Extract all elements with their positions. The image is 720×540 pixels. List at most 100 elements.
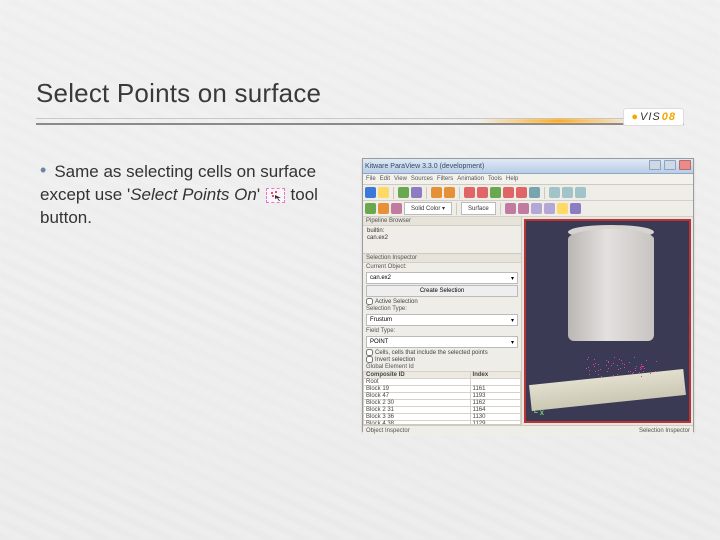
- menu-edit[interactable]: Edit: [380, 176, 390, 182]
- interact-icon[interactable]: [570, 203, 581, 214]
- menu-animation[interactable]: Animation: [457, 176, 484, 182]
- contain-cells-row: Cells, cells that include the selected p…: [363, 349, 521, 356]
- play-icon[interactable]: [490, 187, 501, 198]
- pipeline-browser: Pipeline Browser builtin: can.ex2: [363, 217, 521, 254]
- selected-points: [586, 357, 656, 377]
- current-object-label: Current Object:: [363, 263, 521, 271]
- toolbar-separator: [426, 187, 427, 199]
- selection-inspector: Selection Inspector Current Object: can.…: [363, 254, 521, 425]
- menu-help[interactable]: Help: [506, 176, 518, 182]
- redo-icon[interactable]: [444, 187, 455, 198]
- play-first-icon[interactable]: [464, 187, 475, 198]
- disconnect-icon[interactable]: [411, 187, 422, 198]
- selection-table: Composite IDIndex Root Block 191161 Bloc…: [363, 371, 521, 425]
- select-cells-on-icon[interactable]: [505, 203, 516, 214]
- select-block-icon[interactable]: [557, 203, 568, 214]
- select-cells-through-icon[interactable]: [531, 203, 542, 214]
- active-selection-row: Active Selection: [363, 298, 521, 305]
- representation-dropdown[interactable]: Surface: [461, 202, 496, 215]
- connect-icon[interactable]: [398, 187, 409, 198]
- bullet-post: ': [257, 185, 265, 204]
- active-selection-checkbox[interactable]: [366, 298, 373, 305]
- logo-bullet-icon: ●: [631, 111, 639, 123]
- selection-type-value: Frustum: [370, 317, 392, 323]
- field-type-label: Field Type:: [363, 327, 521, 335]
- axis-z-icon[interactable]: [575, 187, 586, 198]
- select-points-through-icon[interactable]: [544, 203, 555, 214]
- active-selection-label: Active Selection: [375, 299, 418, 305]
- render-view[interactable]: └ x: [524, 219, 691, 423]
- toolbar-separator: [459, 187, 460, 199]
- bullet-tool-name: Select Points On: [130, 185, 257, 204]
- axis-x-icon[interactable]: [549, 187, 560, 198]
- play-last-icon[interactable]: [516, 187, 527, 198]
- close-icon[interactable]: [679, 160, 691, 170]
- table-row: Block 471193: [364, 393, 521, 400]
- box-icon[interactable]: [391, 203, 402, 214]
- play-next-icon[interactable]: [503, 187, 514, 198]
- undo-icon[interactable]: [431, 187, 442, 198]
- toolbar-separator: [393, 187, 394, 199]
- chevron-down-icon: ▾: [511, 317, 514, 324]
- slide: Select Points on surface ●VIS08 •Same as…: [0, 0, 720, 540]
- table-row: Block 3 361130: [364, 414, 521, 421]
- table-row: Block 191161: [364, 386, 521, 393]
- pipeline-item-builtin[interactable]: builtin:: [367, 228, 517, 235]
- axis-y-icon[interactable]: [562, 187, 573, 198]
- open-icon[interactable]: [365, 187, 376, 198]
- invert-selection-label: Invert selection: [375, 357, 415, 363]
- menu-file[interactable]: File: [366, 176, 376, 182]
- status-bar: Object Inspector Selection Inspector: [363, 425, 693, 436]
- sphere-icon[interactable]: [365, 203, 376, 214]
- model-cylinder: [568, 229, 654, 341]
- minimize-icon[interactable]: [649, 160, 661, 170]
- window-titlebar: Kitware ParaView 3.3.0 (development): [363, 159, 693, 174]
- menubar: File Edit View Sources Filters Animation…: [363, 174, 693, 185]
- field-type-dropdown[interactable]: POINT▾: [366, 336, 518, 348]
- axis-label: x: [540, 408, 544, 417]
- col-composite: Composite ID: [364, 372, 471, 379]
- table-row: Block 2 301162: [364, 400, 521, 407]
- chevron-down-icon: ▾: [511, 275, 514, 282]
- pipeline-items: builtin: can.ex2: [363, 226, 521, 244]
- toolbar-separator: [500, 203, 501, 215]
- table-row: Block 4 381129: [364, 421, 521, 426]
- status-left: Object Inspector: [366, 428, 410, 434]
- chevron-down-icon: ▾: [511, 339, 514, 346]
- global-id-header: Global Element Id: [363, 363, 521, 371]
- axis-gizmo-icon: └ x: [532, 408, 544, 417]
- app-body: Pipeline Browser builtin: can.ex2 Select…: [363, 217, 693, 425]
- pipeline-item-source[interactable]: can.ex2: [367, 235, 517, 242]
- menu-view[interactable]: View: [394, 176, 407, 182]
- select-points-on-icon: [266, 188, 285, 203]
- left-dock: Pipeline Browser builtin: can.ex2 Select…: [363, 217, 522, 425]
- invert-selection-checkbox[interactable]: [366, 356, 373, 363]
- selection-type-dropdown[interactable]: Frustum ▾: [366, 314, 518, 326]
- menu-tools[interactable]: Tools: [488, 176, 502, 182]
- logo-text: VIS: [640, 111, 661, 123]
- maximize-icon[interactable]: [664, 160, 676, 170]
- color-by-dropdown[interactable]: Solid Color ▾: [404, 202, 452, 215]
- menu-sources[interactable]: Sources: [411, 176, 433, 182]
- current-object-dropdown[interactable]: can.ex2 ▾: [366, 272, 518, 284]
- table-row: Root: [364, 379, 521, 386]
- create-selection-button[interactable]: Create Selection: [366, 285, 518, 297]
- contain-cells-label: Cells, cells that include the selected p…: [375, 350, 488, 356]
- loop-icon[interactable]: [529, 187, 540, 198]
- contain-cells-checkbox[interactable]: [366, 349, 373, 356]
- status-right: Selection Inspector: [639, 428, 690, 434]
- bullet-marker-icon: •: [40, 160, 46, 180]
- col-index: Index: [470, 372, 520, 379]
- title-rule-glow: [478, 119, 638, 123]
- vis-logo: ●VIS08: [623, 108, 684, 126]
- save-icon[interactable]: [378, 187, 389, 198]
- play-prev-icon[interactable]: [477, 187, 488, 198]
- right-pane: └ x: [522, 217, 693, 425]
- cone-icon[interactable]: [378, 203, 389, 214]
- select-points-on-icon[interactable]: [518, 203, 529, 214]
- window-title: Kitware ParaView 3.3.0 (development): [365, 163, 484, 170]
- current-object-value: can.ex2: [370, 275, 391, 281]
- menu-filters[interactable]: Filters: [437, 176, 453, 182]
- paraview-screenshot: Kitware ParaView 3.3.0 (development) Fil…: [362, 158, 694, 432]
- slide-title: Select Points on surface: [36, 78, 684, 109]
